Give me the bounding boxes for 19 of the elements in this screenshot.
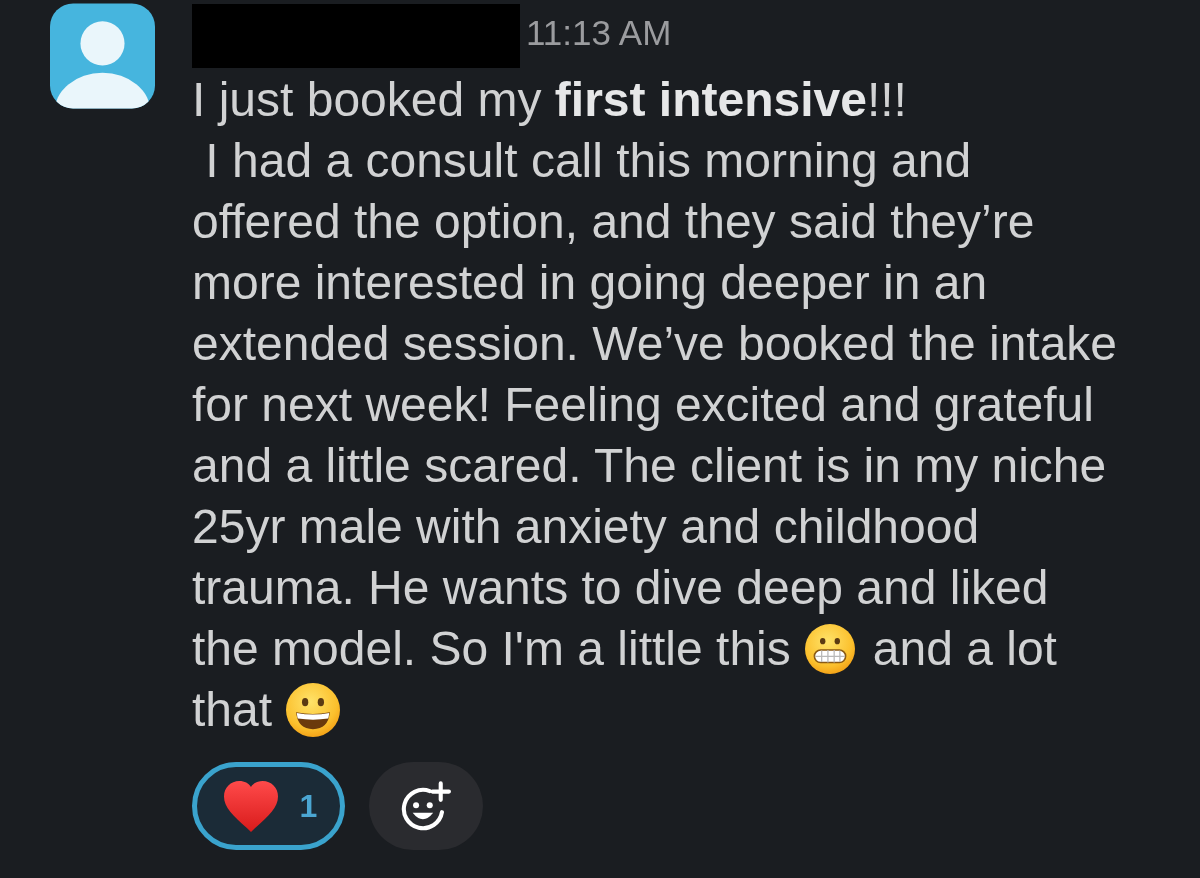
- message-text: the model. So I'm a little this: [192, 621, 791, 676]
- message-text: trauma. He wants to dive deep and liked: [192, 560, 1049, 615]
- message-text: extended session. We’ve booked the intake: [192, 316, 1118, 371]
- message-text: I just booked my first intensive!!!: [192, 72, 907, 127]
- message-text: and a little scared. The client is in my niche: [192, 438, 1107, 493]
- message-text: for next week! Feeling excited and grateful: [192, 377, 1094, 432]
- grimacing-face-icon: [804, 623, 855, 674]
- message-time: 11:13 AM: [526, 13, 672, 53]
- message-text: more interested in going deeper in an: [192, 255, 988, 310]
- grinning-face-icon: [286, 682, 341, 737]
- reaction-button[interactable]: 1: [192, 762, 345, 850]
- message-text: and a lot: [872, 621, 1057, 676]
- heart-icon: [223, 780, 278, 832]
- message-text: I had a consult call this morning and: [204, 133, 972, 188]
- avatar-icon: [50, 3, 155, 109]
- message-text: offered the option, and they said they’re: [192, 194, 1035, 249]
- smiley-plus-icon: [401, 781, 451, 831]
- message-text: that: [192, 682, 273, 737]
- message-text: 25yr male with anxiety and childhood: [192, 499, 980, 554]
